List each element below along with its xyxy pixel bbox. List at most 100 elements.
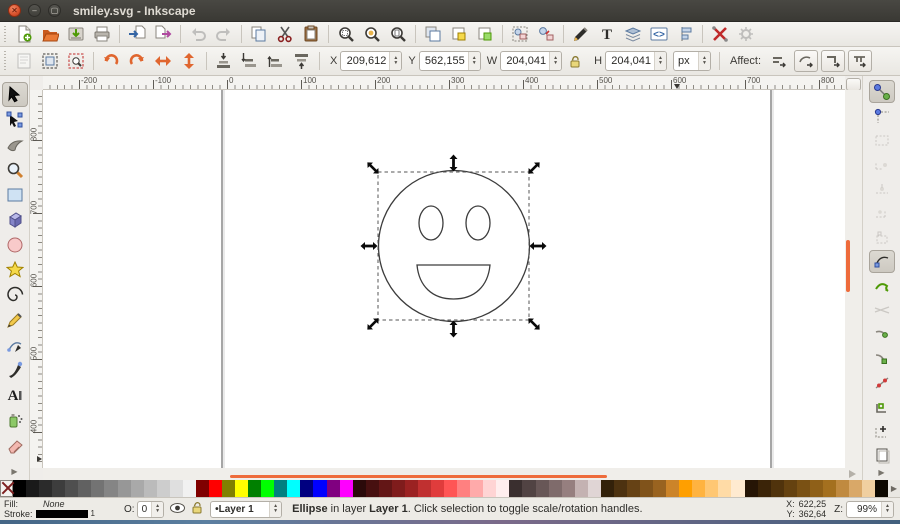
palette-swatch[interactable] bbox=[170, 480, 183, 497]
palette-swatch[interactable] bbox=[614, 480, 627, 497]
y-spin[interactable]: ▲▼ bbox=[468, 52, 480, 70]
opacity-spin[interactable]: ▲▼ bbox=[151, 502, 163, 517]
palette-swatch[interactable] bbox=[183, 480, 196, 497]
h-field[interactable]: 204,041▲▼ bbox=[605, 51, 667, 71]
palette-swatch[interactable] bbox=[601, 480, 614, 497]
palette-swatch[interactable] bbox=[509, 480, 522, 497]
palette-swatch[interactable] bbox=[313, 480, 326, 497]
palette-swatch[interactable] bbox=[679, 480, 692, 497]
zoom-page-icon[interactable] bbox=[385, 23, 411, 45]
palette-swatch[interactable] bbox=[771, 480, 784, 497]
palette-swatch[interactable] bbox=[666, 480, 679, 497]
tool-box-3d[interactable] bbox=[2, 207, 28, 232]
palette-swatch[interactable] bbox=[823, 480, 836, 497]
scale-corners-icon[interactable] bbox=[821, 50, 845, 72]
palette-swatch[interactable] bbox=[235, 480, 248, 497]
palette-swatch[interactable] bbox=[366, 480, 379, 497]
layers-dialog-icon[interactable] bbox=[620, 23, 646, 45]
x-spin[interactable]: ▲▼ bbox=[389, 52, 401, 70]
tool-star[interactable] bbox=[2, 257, 28, 282]
palette-swatch[interactable] bbox=[274, 480, 287, 497]
snap-bounding-box-icon[interactable] bbox=[869, 104, 895, 127]
palette-swatch[interactable] bbox=[287, 480, 300, 497]
fill-stroke-indicator[interactable]: Fill:None Stroke:1 bbox=[4, 499, 122, 519]
tool-ellipse[interactable] bbox=[2, 232, 28, 257]
snap-bbox-corners-icon[interactable] bbox=[869, 153, 895, 176]
snap-cusp-nodes-icon[interactable] bbox=[869, 323, 895, 346]
select-all-icon[interactable] bbox=[11, 50, 37, 72]
layer-selector[interactable]: •Layer 1▲▼ bbox=[210, 501, 282, 518]
palette-swatch[interactable] bbox=[209, 480, 222, 497]
cut-icon[interactable] bbox=[272, 23, 298, 45]
horizontal-ruler[interactable]: -200-1000100200300400500600700800 bbox=[43, 76, 845, 90]
unit-spin[interactable]: ▲▼ bbox=[698, 52, 710, 70]
undo-icon[interactable] bbox=[185, 23, 211, 45]
minimize-button[interactable]: – bbox=[28, 4, 41, 17]
palette-swatch[interactable] bbox=[26, 480, 39, 497]
palette-swatch[interactable] bbox=[157, 480, 170, 497]
print-icon[interactable] bbox=[89, 23, 115, 45]
palette-swatch[interactable] bbox=[718, 480, 731, 497]
export-icon[interactable] bbox=[150, 23, 176, 45]
palette-swatch[interactable] bbox=[849, 480, 862, 497]
enable-snapping-icon[interactable] bbox=[869, 80, 895, 103]
palette-swatch[interactable] bbox=[627, 480, 640, 497]
palette-swatch[interactable] bbox=[745, 480, 758, 497]
snap-path-intersections-icon[interactable] bbox=[869, 298, 895, 321]
move-gradients-icon[interactable] bbox=[767, 50, 791, 72]
layer-lock-icon[interactable] bbox=[191, 501, 204, 517]
palette-no-color[interactable] bbox=[0, 480, 13, 497]
palette-swatch[interactable] bbox=[379, 480, 392, 497]
maximize-button[interactable]: ▢ bbox=[48, 4, 61, 17]
snap-smooth-nodes-icon[interactable] bbox=[869, 347, 895, 370]
tool-calligraphy[interactable] bbox=[2, 357, 28, 382]
palette-swatch[interactable] bbox=[144, 480, 157, 497]
select-all-layers-icon[interactable] bbox=[37, 50, 63, 72]
vertical-ruler[interactable]: 800700600500400 bbox=[30, 90, 43, 468]
palette-swatch[interactable] bbox=[196, 480, 209, 497]
tool-pencil[interactable] bbox=[2, 307, 28, 332]
palette-swatch[interactable] bbox=[52, 480, 65, 497]
layer-visibility-icon[interactable] bbox=[170, 502, 185, 517]
snap-bbox-edge-centers-icon[interactable] bbox=[869, 225, 895, 248]
zoom-field[interactable]: 99%▲▼ bbox=[846, 501, 894, 518]
palette-swatch[interactable] bbox=[444, 480, 457, 497]
palette-swatch[interactable] bbox=[261, 480, 274, 497]
palette-swatch[interactable] bbox=[758, 480, 771, 497]
snap-page-border-icon[interactable] bbox=[869, 444, 895, 467]
raise-one-icon[interactable] bbox=[263, 50, 289, 72]
w-spin[interactable]: ▲▼ bbox=[549, 52, 561, 70]
palette-swatch[interactable] bbox=[131, 480, 144, 497]
copy-icon[interactable] bbox=[246, 23, 272, 45]
redo-icon[interactable] bbox=[211, 23, 237, 45]
align-distribute-icon[interactable] bbox=[672, 23, 698, 45]
move-patterns-icon[interactable] bbox=[848, 50, 872, 72]
palette-swatch[interactable] bbox=[810, 480, 823, 497]
horizontal-scroll-thumb[interactable] bbox=[230, 475, 607, 478]
lock-ratio-icon[interactable] bbox=[562, 50, 588, 72]
snap-bbox-centers-icon[interactable] bbox=[869, 201, 895, 224]
palette-swatch[interactable] bbox=[405, 480, 418, 497]
snap-to-paths-icon[interactable] bbox=[869, 274, 895, 297]
palette-swatch[interactable] bbox=[91, 480, 104, 497]
palette-swatch[interactable] bbox=[496, 480, 509, 497]
snap-nodes-icon[interactable] bbox=[869, 250, 895, 273]
tool-selector[interactable] bbox=[2, 82, 28, 107]
palette-swatch[interactable] bbox=[483, 480, 496, 497]
paste-icon[interactable] bbox=[298, 23, 324, 45]
tool-spiral[interactable] bbox=[2, 282, 28, 307]
tool-text[interactable]: A bbox=[2, 382, 28, 407]
tool-bezier-pen[interactable] bbox=[2, 332, 28, 357]
tool-rectangle[interactable] bbox=[2, 182, 28, 207]
snap-bbox-midpoints-icon[interactable] bbox=[869, 177, 895, 200]
unit-select[interactable]: px▲▼ bbox=[673, 51, 711, 71]
w-field[interactable]: 204,041▲▼ bbox=[500, 51, 562, 71]
tool-palette-overflow-arrow[interactable]: ▶ bbox=[11, 467, 17, 476]
fill-stroke-dialog-icon[interactable] bbox=[568, 23, 594, 45]
x-field[interactable]: 209,612▲▼ bbox=[340, 51, 402, 71]
palette-swatch[interactable] bbox=[875, 480, 888, 497]
palette-swatch[interactable] bbox=[784, 480, 797, 497]
palette-swatch[interactable] bbox=[392, 480, 405, 497]
palette-swatch[interactable] bbox=[104, 480, 117, 497]
palette-swatch[interactable] bbox=[353, 480, 366, 497]
